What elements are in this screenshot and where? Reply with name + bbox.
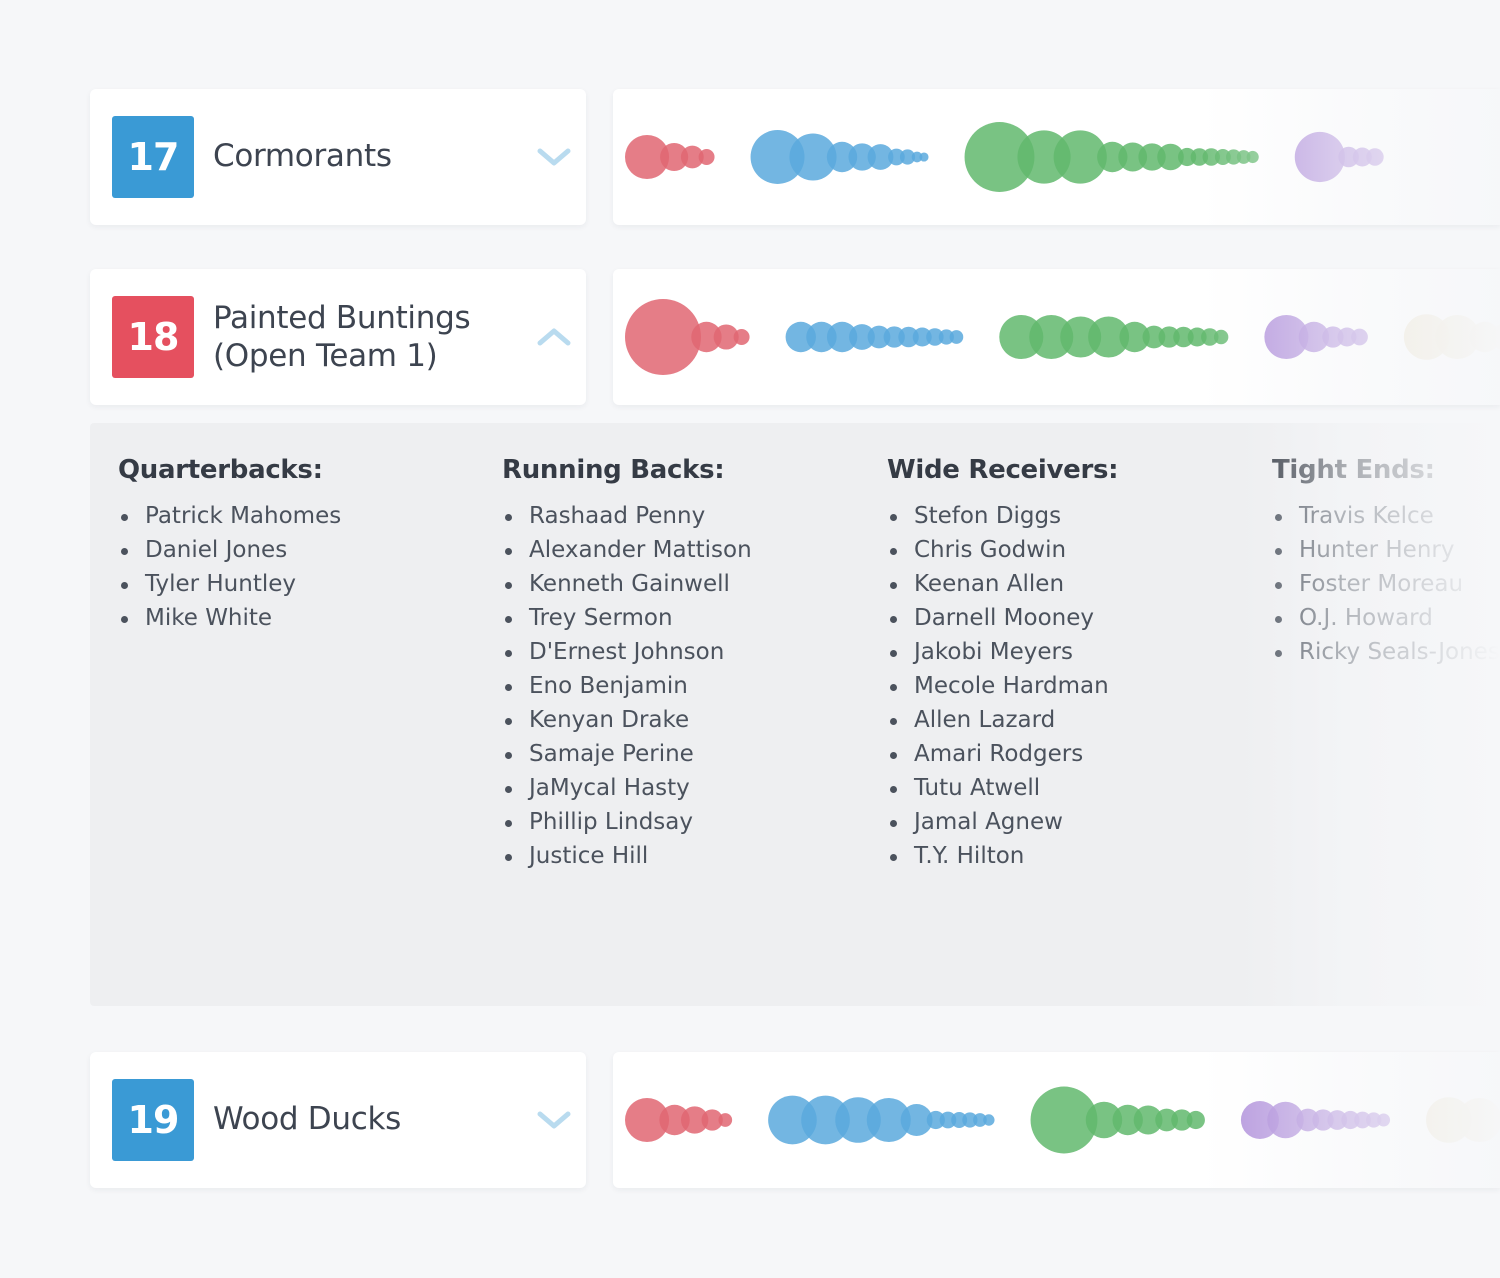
team-row-18: 18 Painted Buntings (Open Team 1) xyxy=(90,269,1500,405)
bubble-group-rb[interactable] xyxy=(768,1095,995,1145)
bubble-group-te[interactable] xyxy=(1240,1101,1391,1139)
bubble-group-te[interactable] xyxy=(1294,131,1384,183)
bubble-te[interactable] xyxy=(1366,148,1384,166)
bubble-group-rb[interactable] xyxy=(785,321,964,353)
bubble-group-k[interactable] xyxy=(1403,314,1500,360)
player-list-item[interactable]: Mike White xyxy=(118,601,341,635)
player-list-item[interactable]: Amari Rodgers xyxy=(887,737,1118,771)
team-row-17: 17 Cormorants xyxy=(90,89,1500,225)
player-list: Patrick Mahomes Daniel Jones Tyler Huntley… xyxy=(118,499,341,635)
player-list: Travis Kelce Hunter Henry Foster Moreau O.J… xyxy=(1272,499,1500,669)
bubble-group-te[interactable] xyxy=(1264,314,1368,360)
bubble-group-wr[interactable] xyxy=(964,122,1259,192)
player-list-item[interactable]: D'Ernest Johnson xyxy=(502,635,752,669)
bubble-qb[interactable] xyxy=(733,329,750,345)
bubble-te[interactable] xyxy=(1351,328,1368,346)
player-list-item[interactable]: Keenan Allen xyxy=(887,567,1118,601)
player-list-item[interactable]: Allen Lazard xyxy=(887,703,1118,737)
player-list: Rashaad Penny Alexander Mattison Kenneth G… xyxy=(502,499,752,873)
team-name: Painted Buntings (Open Team 1) xyxy=(213,299,471,375)
team-name-line: Wood Ducks xyxy=(213,1101,401,1137)
bubble-group-qb[interactable] xyxy=(625,299,750,375)
player-list-item[interactable]: Tutu Atwell xyxy=(887,771,1118,805)
player-list-item[interactable]: Ricky Seals-Jones xyxy=(1272,635,1500,669)
position-bubble-chart xyxy=(613,1052,1500,1188)
roster-column-quarterbacks: Quarterbacks: Patrick Mahomes Daniel Jone… xyxy=(118,455,341,635)
player-list-item[interactable]: Patrick Mahomes xyxy=(118,499,341,533)
player-list-item[interactable]: Kenyan Drake xyxy=(502,703,752,737)
position-bubble-chart xyxy=(613,89,1500,225)
player-list-item[interactable]: Mecole Hardman xyxy=(887,669,1118,703)
team-card-header[interactable]: 17 Cormorants xyxy=(90,89,586,225)
roster-column-running-backs: Running Backs: Rashaad Penny Alexander Ma… xyxy=(502,455,752,873)
player-list-item[interactable]: Justice Hill xyxy=(502,839,752,873)
bubble-group-qb[interactable] xyxy=(625,134,715,180)
bubble-rb[interactable] xyxy=(949,330,964,344)
player-list-item[interactable]: Travis Kelce xyxy=(1272,499,1500,533)
roster-heading: Running Backs: xyxy=(502,455,725,485)
chevron-down-icon[interactable] xyxy=(536,145,572,169)
bubble-te[interactable] xyxy=(1294,131,1345,183)
bubble-wr[interactable] xyxy=(1213,329,1229,345)
bubble-te[interactable] xyxy=(1377,1113,1391,1127)
player-list-item[interactable]: Jamal Agnew xyxy=(887,805,1118,839)
player-list-item[interactable]: Kenneth Gainwell xyxy=(502,567,752,601)
roster-panel: Quarterbacks: Patrick Mahomes Daniel Jone… xyxy=(90,423,1500,1006)
player-list-item[interactable]: Alexander Mattison xyxy=(502,533,752,567)
bubble-group-qb[interactable] xyxy=(625,1097,733,1143)
team-card-header[interactable]: 19 Wood Ducks xyxy=(90,1052,586,1188)
player-list-item[interactable]: Daniel Jones xyxy=(118,533,341,567)
player-list-item[interactable]: Trey Sermon xyxy=(502,601,752,635)
bubble-rb[interactable] xyxy=(983,1114,995,1126)
player-list-item[interactable]: Darnell Mooney xyxy=(887,601,1118,635)
rank-badge: 18 xyxy=(112,296,194,378)
player-list-item[interactable]: T.Y. Hilton xyxy=(887,839,1118,873)
chevron-up-icon[interactable] xyxy=(536,325,572,349)
player-list-item[interactable]: Chris Godwin xyxy=(887,533,1118,567)
bubble-chart-svg xyxy=(625,1086,1500,1154)
team-card-header[interactable]: 18 Painted Buntings (Open Team 1) xyxy=(90,269,586,405)
bubble-wr[interactable] xyxy=(1186,1110,1205,1130)
bubble-qb[interactable] xyxy=(698,149,715,165)
player-list: Stefon Diggs Chris Godwin Keenan Allen Darn… xyxy=(887,499,1118,873)
player-list-item[interactable]: Foster Moreau xyxy=(1272,567,1500,601)
roster-column-tight-ends: Tight Ends: Travis Kelce Hunter Henry Fost… xyxy=(1272,455,1500,669)
team-row-19: 19 Wood Ducks xyxy=(90,1052,1500,1188)
bubble-chart-svg xyxy=(625,122,1384,192)
team-name: Cormorants xyxy=(213,137,392,175)
roster-heading: Wide Receivers: xyxy=(887,455,1119,485)
player-list-item[interactable]: Phillip Lindsay xyxy=(502,805,752,839)
player-list-item[interactable]: Samaje Perine xyxy=(502,737,752,771)
chevron-down-icon[interactable] xyxy=(536,1108,572,1132)
roster-heading: Quarterbacks: xyxy=(118,455,323,485)
player-list-item[interactable]: Jakobi Meyers xyxy=(887,635,1118,669)
bubble-qb[interactable] xyxy=(718,1113,733,1127)
bubble-rb[interactable] xyxy=(919,152,929,162)
bubble-group-k[interactable] xyxy=(1426,1097,1500,1143)
player-list-item[interactable]: JaMycal Hasty xyxy=(502,771,752,805)
bubble-chart-svg xyxy=(625,299,1500,375)
rank-badge: 19 xyxy=(112,1079,194,1161)
player-list-item[interactable]: Stefon Diggs xyxy=(887,499,1118,533)
player-list-item[interactable]: Eno Benjamin xyxy=(502,669,752,703)
bubble-group-rb[interactable] xyxy=(750,130,929,184)
roster-heading: Tight Ends: xyxy=(1272,455,1435,485)
bubble-k[interactable] xyxy=(1457,1097,1500,1143)
bubble-qb[interactable] xyxy=(625,299,701,375)
position-bubble-chart xyxy=(613,269,1500,405)
bubble-group-wr[interactable] xyxy=(1030,1086,1205,1154)
bubble-group-wr[interactable] xyxy=(999,314,1229,360)
player-list-item[interactable]: Tyler Huntley xyxy=(118,567,341,601)
player-list-item[interactable]: O.J. Howard xyxy=(1272,601,1500,635)
player-list-item[interactable]: Hunter Henry xyxy=(1272,533,1500,567)
team-name-line: Cormorants xyxy=(213,138,392,174)
team-name-line: Painted Buntings xyxy=(213,300,471,336)
player-list-item[interactable]: Rashaad Penny xyxy=(502,499,752,533)
team-name: Wood Ducks xyxy=(213,1100,401,1138)
team-name-line: (Open Team 1) xyxy=(213,338,438,374)
bubble-wr[interactable] xyxy=(1246,150,1259,164)
roster-column-wide-receivers: Wide Receivers: Stefon Diggs Chris Godwin… xyxy=(887,455,1119,873)
rank-badge: 17 xyxy=(112,116,194,198)
